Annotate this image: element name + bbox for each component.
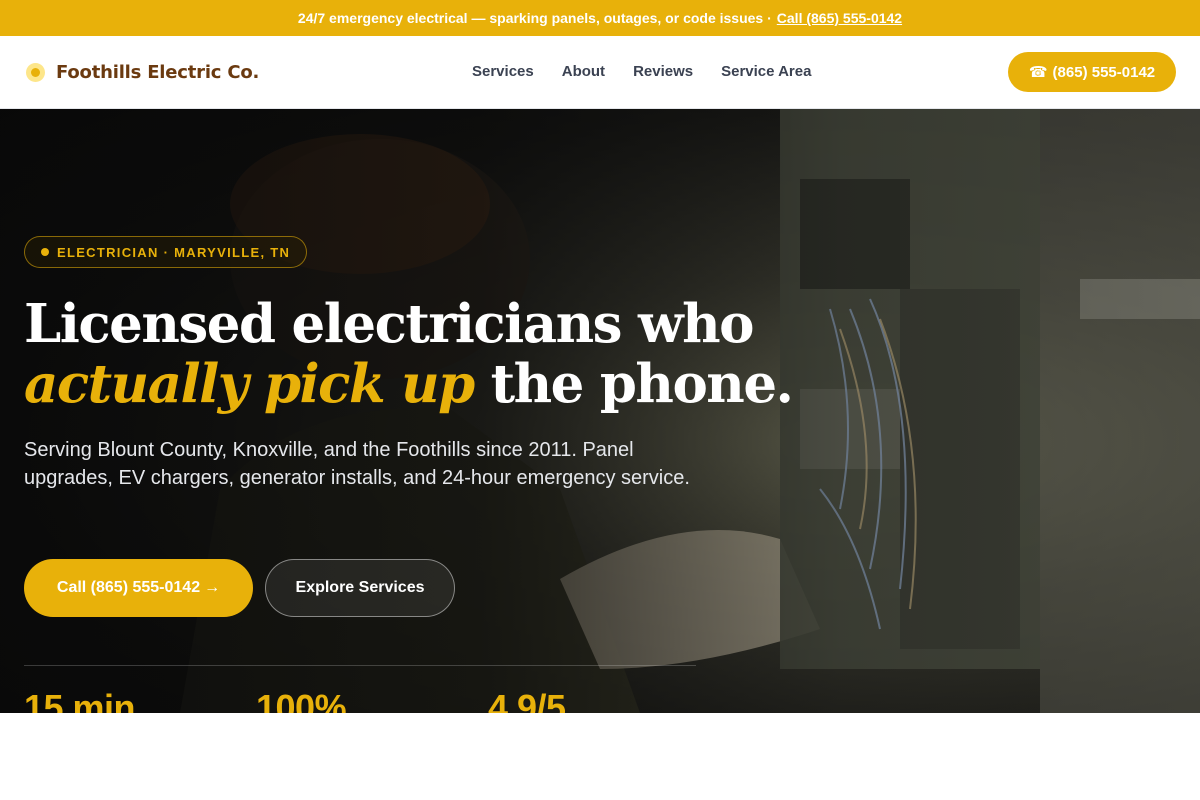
- site-header: Foothills Electric Co. Services About Re…: [0, 36, 1200, 109]
- main-nav: Services About Reviews Service Area: [472, 63, 811, 80]
- header-call-button[interactable]: ☎ (865) 555-0142: [1008, 52, 1176, 92]
- announcement-call-link[interactable]: Call (865) 555-0142: [777, 10, 902, 26]
- hero-headline: Licensed electricians who actually pick …: [24, 294, 824, 414]
- stat-response-time: 15 min: [24, 687, 136, 713]
- arrow-right-icon: →: [204, 579, 221, 596]
- hero-stats: 15 min 100% 4.9/5: [24, 687, 720, 713]
- phone-icon: ☎: [1028, 64, 1048, 81]
- call-now-label: Call (865) 555-0142: [56, 579, 201, 596]
- brand-name: Foothills Electric Co.: [56, 62, 260, 83]
- badge-dot-icon: [41, 248, 49, 256]
- stats-divider: [24, 665, 696, 666]
- headline-line1: Licensed electricians who: [24, 293, 754, 355]
- header-call-label: (865) 555-0142: [1052, 63, 1156, 81]
- explore-services-button[interactable]: Explore Services: [265, 559, 455, 617]
- logo-icon: [26, 63, 45, 82]
- emergency-announcement-bar: 24/7 emergency electrical — sparking pan…: [0, 0, 1200, 36]
- call-now-button[interactable]: Call (865) 555-0142 →: [24, 559, 253, 617]
- announcement-text: 24/7 emergency electrical — sparking pan…: [297, 10, 772, 26]
- location-badge: ELECTRICIAN · MARYVILLE, TN: [24, 236, 308, 268]
- headline-accent: actually pick up: [24, 353, 475, 415]
- badge-label: ELECTRICIAN · MARYVILLE, TN: [57, 244, 291, 260]
- nav-link-reviews[interactable]: Reviews: [633, 63, 693, 80]
- stat-percentage: 100%: [256, 687, 347, 713]
- nav-link-service-area[interactable]: Service Area: [721, 63, 811, 80]
- hero-section: ELECTRICIAN · MARYVILLE, TN Licensed ele…: [0, 109, 1200, 713]
- headline-rest: the phone.: [473, 353, 794, 415]
- nav-link-about[interactable]: About: [562, 63, 605, 80]
- nav-link-services[interactable]: Services: [472, 63, 534, 80]
- hero-description: Serving Blount County, Knoxville, and th…: [24, 439, 690, 489]
- logo[interactable]: Foothills Electric Co.: [26, 62, 259, 83]
- stat-rating: 4.9/5: [488, 687, 566, 713]
